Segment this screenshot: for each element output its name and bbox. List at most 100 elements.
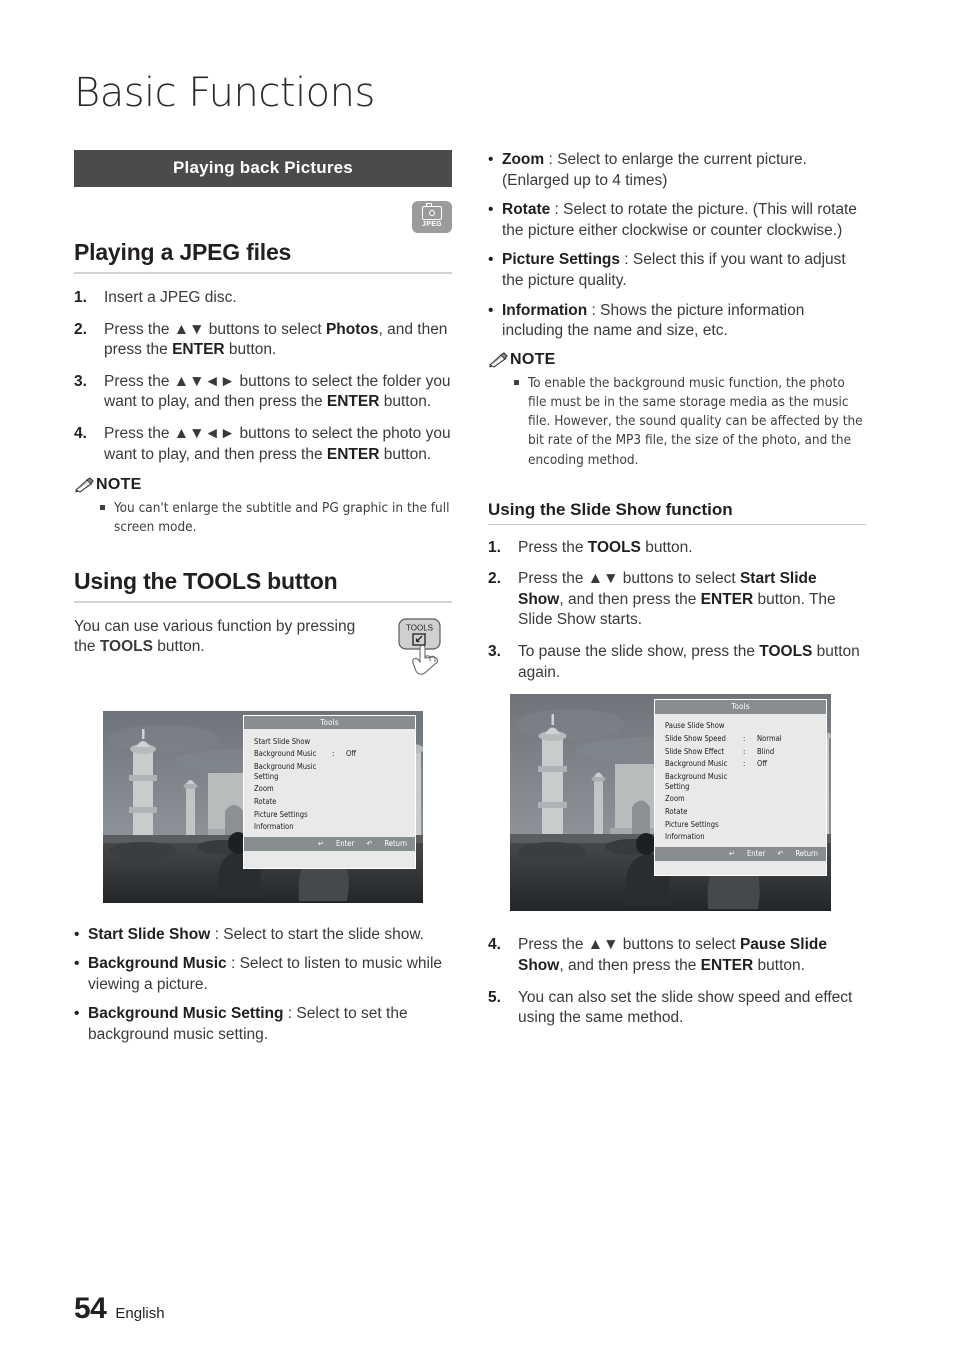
osd-title-2: Tools	[655, 700, 826, 714]
osd-menu-item[interactable]: Picture Settings	[244, 808, 415, 821]
osd-item-label: Background Music	[665, 759, 728, 769]
osd-footer-1: ↵ Enter ↶ Return	[244, 837, 415, 851]
note-text: To enable the background music function,…	[528, 374, 863, 468]
osd-item-separator	[743, 820, 757, 829]
bullet-item: • Rotate : Select to rotate the picture. …	[488, 200, 866, 241]
osd-item-label: Picture Settings	[665, 819, 719, 829]
bullet-marker: •	[74, 1005, 80, 1023]
osd-item-label: Zoom	[665, 794, 685, 804]
step-number: 4.	[74, 425, 87, 443]
bullet-item: • Picture Settings : Select this if you w…	[488, 250, 866, 291]
osd-item-separator	[332, 810, 346, 819]
step-number: 2.	[488, 570, 501, 588]
note-items-left: You can't enlarge the subtitle and PG gr…	[74, 499, 452, 537]
heading-slide-show-function: Using the Slide Show function	[488, 499, 733, 519]
note-bullet-marker	[100, 499, 114, 537]
osd-item-separator: :	[743, 759, 746, 769]
numbered-step: 1. Insert a JPEG disc.	[74, 288, 452, 309]
jpeg-badge-label: JPEG	[422, 221, 442, 228]
step-text: Press the ▲▼ buttons to select Photos, a…	[104, 320, 448, 359]
osd-rows-2: Pause Slide Show Slide Show Speed: Normal S…	[655, 714, 826, 848]
heading-playing-jpeg: Playing a JPEG files	[74, 239, 292, 265]
osd-menu-item[interactable]: Zoom	[244, 783, 415, 796]
page-title: Basic Functions	[74, 70, 375, 116]
osd-item-label: Zoom	[254, 784, 274, 794]
osd-item-label: Pause Slide Show	[665, 721, 725, 731]
media-badge-row: JPEG	[74, 187, 452, 239]
step-number: 5.	[488, 988, 501, 1006]
osd-tools-menu-2[interactable]: Tools Pause Slide Show Slide Show Speed: N…	[654, 699, 827, 877]
osd-rows-1: Start Slide Show Background Music: Off Back…	[244, 729, 415, 837]
osd-enter-hint-2: ↵ Enter	[729, 849, 766, 859]
osd-menu-item[interactable]: Information	[244, 821, 415, 834]
bullet-item: • Background Music : Select to listen to …	[74, 954, 452, 995]
step-text: To pause the slide show, press the TOOLS…	[518, 643, 860, 681]
osd-menu-item[interactable]: Background Music: Off	[655, 758, 826, 771]
osd-menu-item[interactable]: Start Slide Show	[244, 735, 415, 748]
bullet-marker: •	[488, 301, 494, 319]
bullet-text: Picture Settings : Select this if you wa…	[502, 251, 846, 290]
osd-item-label: Picture Settings	[254, 809, 308, 819]
numbered-step: 3. Press the ▲▼◄► buttons to select the f…	[74, 372, 452, 413]
osd-menu-item[interactable]: Background Music Setting	[655, 771, 826, 793]
manual-page: Basic Functions Playing back Pictures JP…	[0, 0, 954, 1354]
left-column: Playing back Pictures JPEG Playing a JPE…	[74, 150, 452, 1055]
step-number: 3.	[74, 372, 87, 390]
bullet-text: Rotate : Select to rotate the picture. (…	[502, 201, 857, 239]
osd-menu-item[interactable]: Background Music: Off	[244, 748, 415, 761]
numbered-step: 3. To pause the slide show, press the TOO…	[488, 642, 866, 683]
osd-item-separator	[743, 807, 757, 816]
numbered-step: 4. Press the ▲▼◄► buttons to select the p…	[74, 424, 452, 465]
heading-rule-tools	[74, 600, 452, 603]
numbered-step: 4. Press the ▲▼ buttons to select Pause S…	[488, 935, 866, 976]
osd-item-label: Background Music Setting	[254, 762, 317, 781]
osd-menu-item[interactable]: Zoom	[655, 793, 826, 806]
osd-menu-item[interactable]: Pause Slide Show	[655, 720, 826, 733]
osd-menu-item[interactable]: Slide Show Speed: Normal	[655, 732, 826, 745]
note-item: You can't enlarge the subtitle and PG gr…	[100, 499, 452, 537]
osd-return-hint-2: ↶ Return	[777, 849, 818, 859]
osd-item-value	[346, 810, 405, 819]
step-text: Press the ▲▼ buttons to select Pause Sli…	[518, 936, 827, 974]
page-footer: 54 English	[74, 1292, 165, 1326]
tools-button-illustration: TOOLS	[396, 617, 450, 687]
step-text: Press the ▲▼◄► buttons to select the fol…	[104, 372, 451, 411]
numbered-step: 2. Press the ▲▼ buttons to select Photos,…	[74, 320, 452, 361]
osd-item-value	[757, 772, 816, 791]
osd-item-separator	[332, 737, 346, 746]
step-number: 3.	[488, 643, 501, 661]
osd-item-value	[757, 832, 816, 841]
osd-menu-item[interactable]: Rotate	[244, 795, 415, 808]
numbered-step: 1. Press the TOOLS button.	[488, 538, 866, 559]
osd-tools-menu-1[interactable]: Tools Start Slide Show Background Music: O…	[243, 714, 416, 869]
osd-item-value	[757, 794, 816, 803]
osd-item-separator: :	[332, 749, 335, 759]
osd-item-value	[346, 797, 405, 806]
osd-menu-item[interactable]: Slide Show Effect: Blind	[655, 745, 826, 758]
osd-menu-item[interactable]: Information	[655, 831, 826, 844]
osd-item-separator: :	[743, 734, 746, 744]
osd-item-value	[346, 822, 405, 831]
page-number: 54	[74, 1292, 107, 1325]
figure-tools-menu: Tools Start Slide Show Background Music: O…	[103, 710, 423, 903]
osd-item-label: Slide Show Effect	[665, 746, 725, 756]
note-text: You can't enlarge the subtitle and PG gr…	[114, 500, 450, 536]
step-number: 1.	[488, 538, 501, 556]
pencil-icon	[74, 477, 96, 493]
tools-intro: You can use various function by pressing…	[74, 617, 452, 697]
step-number: 2.	[74, 320, 87, 338]
osd-return-hint-1: ↶ Return	[366, 839, 407, 849]
osd-menu-item[interactable]: Picture Settings	[655, 818, 826, 831]
note-heading-left: NOTE	[74, 476, 452, 494]
numbered-step: 5. You can also set the slide show speed …	[488, 988, 866, 1029]
osd-menu-item[interactable]: Rotate	[655, 805, 826, 818]
osd-menu-item[interactable]: Background Music Setting	[244, 760, 415, 782]
osd-item-value	[346, 762, 405, 781]
numbered-step: 2. Press the ▲▼ buttons to select Start S…	[488, 569, 866, 631]
bullet-item: • Start Slide Show : Select to start the …	[74, 925, 452, 946]
osd-item-label: Information	[254, 822, 294, 832]
osd-item-value: Off	[346, 749, 357, 759]
right-column: • Zoom : Select to enlarge the current pi…	[488, 150, 866, 1040]
tools-bullets-left: • Start Slide Show : Select to start the …	[74, 925, 452, 1046]
bullet-text: Start Slide Show : Select to start the s…	[88, 925, 424, 943]
